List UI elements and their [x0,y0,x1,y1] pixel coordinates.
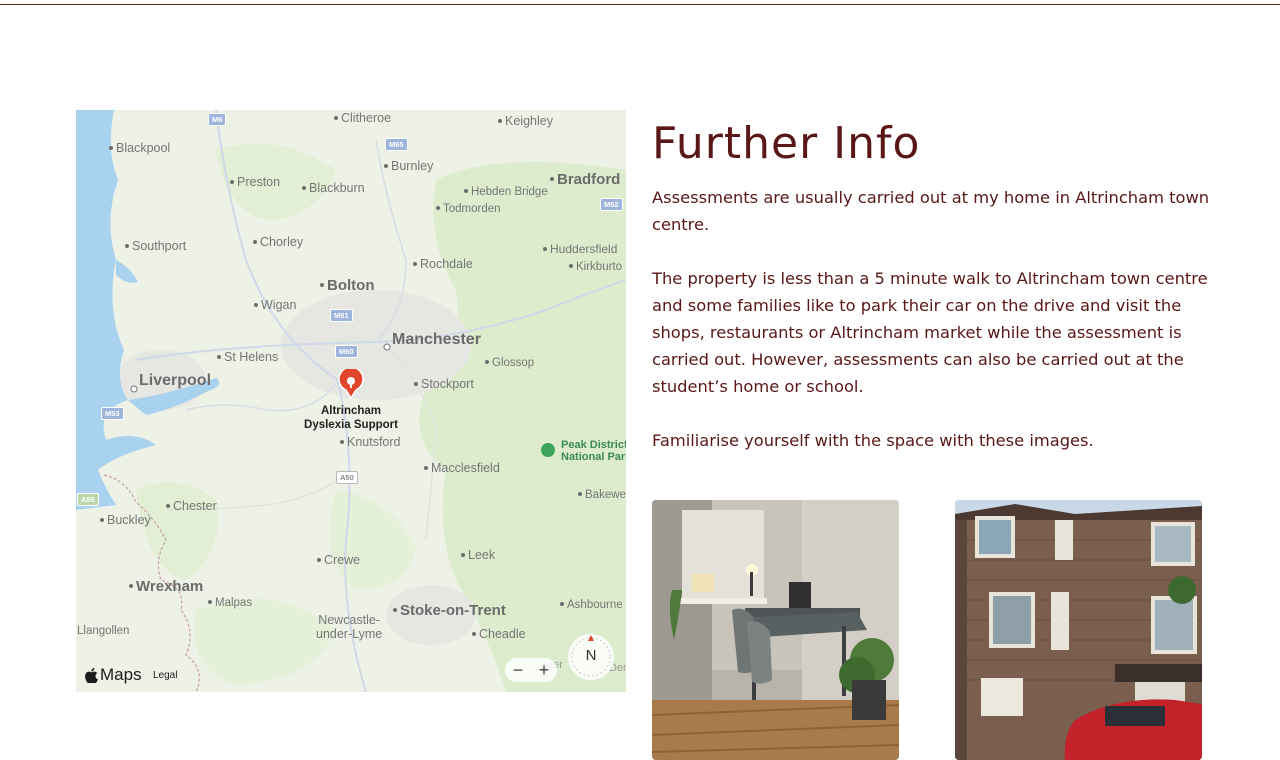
info-paragraph: Familiarise yourself with the space with… [652,431,1094,450]
park-icon [541,443,555,457]
map-place-label: Crewe [317,554,360,567]
map-place-label: Rochdale [413,258,473,271]
room-photo-image [652,500,899,760]
zoom-control: − + [505,658,557,682]
map-place-label: Ashbourne [560,599,623,612]
house-photo[interactable] [955,500,1202,760]
compass-label: N [585,647,597,664]
map-place-label: Bradford [550,172,620,187]
maps-brand-text: Maps [100,665,142,684]
map-place-label: Macclesfield [424,462,500,475]
map-place-label: Newcastle- under-Lyme [316,613,383,641]
map-place-label: Llangollen [77,625,130,637]
map-place-label: St Helens [217,351,278,364]
map-place-label: Southport [125,240,186,253]
zoom-out-button[interactable]: − [513,660,524,681]
map-place-label: Preston [230,176,280,189]
legal-link[interactable]: Legal [153,670,177,681]
compass-icon[interactable]: N [567,633,615,681]
room-photo[interactable] [652,500,899,760]
road-shield: M60 [335,345,358,358]
house-photo-image [955,500,1202,760]
map-place-label: Chorley [253,236,303,249]
map-embed[interactable]: Blackpool Clitheroe Keighley Preston Bla… [76,110,626,692]
map-place-label: Knutsford [340,436,401,449]
map-place-label: Keighley [498,115,553,128]
road-shield: M61 [330,309,353,322]
map-place-label: Burnley [384,160,433,173]
map-place-label: Glossop [485,357,534,370]
pin-label[interactable]: Altrincham Dyslexia Support [286,404,416,432]
map-place-label: Clitheroe [334,112,391,125]
map-place-label: Wrexham [129,579,203,594]
map-place-label: Blackburn [302,182,365,195]
road-shield: M6 [208,113,227,126]
map-place-label: Liverpool [139,372,212,389]
map-place-label: Buckley [100,514,151,527]
map-place-label: Bolton [320,278,374,293]
info-paragraph: Assessments are usually carried out at m… [652,188,1210,234]
map-place-label: Todmorden [436,203,501,216]
map-place-label: Leek [461,549,495,562]
park-label: Peak District National Park [561,439,626,463]
road-shield: A55 [77,493,99,506]
road-shield: M65 [385,138,408,151]
map-place-label: Wigan [254,299,296,312]
map-place-label: Malpas [208,597,252,610]
map-place-label: Stockport [414,378,474,391]
apple-maps-logo[interactable]: Maps [85,665,142,685]
location-pin-icon[interactable] [338,369,364,399]
top-divider [0,4,1280,5]
zoom-in-button[interactable]: + [539,660,550,681]
info-paragraph: The property is less than a 5 minute wal… [652,269,1208,396]
map-place-label: Hebden Bridge [464,186,548,199]
map-place-label: Stoke-on-Trent [393,603,506,618]
map-place-label: Kirkburto [569,261,622,274]
road-shield: M53 [101,407,124,420]
page-title: Further Info [652,118,921,169]
map-place-label: Chester [166,500,217,513]
map-place-label: Huddersfield [543,243,617,255]
road-shield: A50 [336,471,358,484]
map-place-label: Manchester [392,331,481,348]
road-shield: M62 [600,198,623,211]
map-place-label: Blackpool [109,142,170,155]
map-place-label: Bakewe [578,489,626,502]
apple-logo-icon [85,667,98,683]
map-place-label: Cheadle [472,628,526,641]
